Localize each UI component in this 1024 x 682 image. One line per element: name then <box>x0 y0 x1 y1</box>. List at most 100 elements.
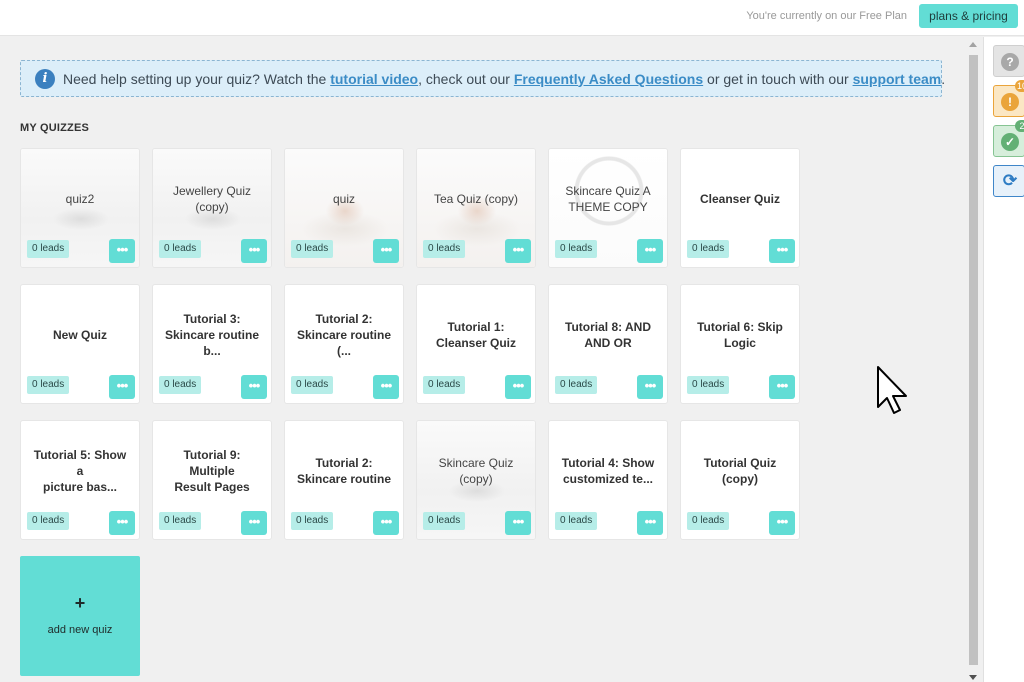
leads-count-badge: 0 leads <box>687 240 730 258</box>
tutorial-video-link[interactable]: tutorial video <box>330 71 418 87</box>
quiz-card[interactable]: Tutorial 2: Skincare routine (... 0 leads… <box>284 284 404 404</box>
quiz-title: Tea Quiz (copy) <box>433 192 519 206</box>
leads-count-badge: 0 leads <box>27 512 70 530</box>
support-team-link[interactable]: support team <box>853 71 942 87</box>
right-side-panel: ? ! 10 ✓ 2 ⟳ <box>983 37 1024 682</box>
leads-count-badge: 0 leads <box>159 376 202 394</box>
quiz-card[interactable]: Skincare Quiz (copy) 0 leads ••• <box>416 420 536 540</box>
quiz-card[interactable]: Skincare Quiz A THEME COPY 0 leads ••• <box>548 148 668 268</box>
leads-count-badge: 0 leads <box>687 376 730 394</box>
quiz-menu-button[interactable]: ••• <box>637 239 663 263</box>
quiz-title: Tutorial 8: AND AND OR <box>565 320 651 350</box>
faq-link[interactable]: Frequently Asked Questions <box>514 71 703 87</box>
quiz-title: Skincare Quiz (copy) <box>438 456 514 486</box>
exclamation-icon: ! <box>1001 93 1019 111</box>
quiz-menu-button[interactable]: ••• <box>505 239 531 263</box>
leads-count-badge: 0 leads <box>27 376 70 394</box>
mouse-cursor-icon <box>877 366 907 414</box>
quiz-title: Tutorial 2: Skincare routine <box>296 456 392 486</box>
check-icon: ✓ <box>1001 133 1019 151</box>
scroll-down-arrow[interactable] <box>969 675 977 680</box>
quiz-card[interactable]: Jewellery Quiz (copy) 0 leads ••• <box>152 148 272 268</box>
quiz-menu-button[interactable]: ••• <box>769 239 795 263</box>
help-button[interactable]: ? <box>993 45 1024 77</box>
quiz-title: Tutorial 6: Skip Logic <box>697 320 783 350</box>
quiz-menu-button[interactable]: ••• <box>241 375 267 399</box>
top-bar: You're currently on our Free Plan plans … <box>0 0 1024 36</box>
quiz-menu-button[interactable]: ••• <box>373 239 399 263</box>
my-quizzes-heading: MY QUIZZES <box>20 122 90 134</box>
vertical-scrollbar[interactable] <box>965 37 982 682</box>
leads-count-badge: 0 leads <box>555 376 598 394</box>
quiz-title: Jewellery Quiz (copy) <box>172 184 252 214</box>
quiz-menu-button[interactable]: ••• <box>109 239 135 263</box>
quiz-title: quiz2 <box>65 192 95 206</box>
quiz-menu-button[interactable]: ••• <box>637 511 663 535</box>
leads-count-badge: 0 leads <box>423 240 466 258</box>
plus-icon: + <box>74 593 86 613</box>
quiz-title: Tutorial 9: Multiple Result Pages <box>174 448 250 494</box>
quiz-menu-button[interactable]: ••• <box>769 511 795 535</box>
quiz-menu-button[interactable]: ••• <box>241 511 267 535</box>
scroll-up-arrow[interactable] <box>969 42 977 47</box>
quiz-title: Tutorial 1: Cleanser Quiz <box>435 320 517 350</box>
quiz-menu-button[interactable]: ••• <box>241 239 267 263</box>
quiz-card[interactable]: Tutorial 6: Skip Logic 0 leads ••• <box>680 284 800 404</box>
leads-count-badge: 0 leads <box>291 376 334 394</box>
leads-count-badge: 0 leads <box>159 512 202 530</box>
quiz-title: Cleanser Quiz <box>699 192 781 206</box>
plans-pricing-button[interactable]: plans & pricing <box>919 4 1018 28</box>
quiz-card[interactable]: Tutorial 9: Multiple Result Pages 0 leads… <box>152 420 272 540</box>
warnings-count-badge: 10 <box>1015 80 1024 92</box>
quiz-menu-button[interactable]: ••• <box>769 375 795 399</box>
question-icon: ? <box>1001 53 1019 71</box>
help-info-banner: i Need help setting up your quiz? Watch … <box>20 60 946 97</box>
quiz-menu-button[interactable]: ••• <box>505 511 531 535</box>
quiz-card[interactable]: Cleanser Quiz 0 leads ••• <box>680 148 800 268</box>
info-text-4: . <box>941 70 946 87</box>
quiz-menu-button[interactable]: ••• <box>505 375 531 399</box>
quiz-card[interactable]: Tutorial 5: Show a picture bas... 0 leads… <box>20 420 140 540</box>
quiz-card[interactable]: Tutorial Quiz (copy) 0 leads ••• <box>680 420 800 540</box>
leads-count-badge: 0 leads <box>291 512 334 530</box>
plan-status-text: You're currently on our Free Plan <box>746 10 907 22</box>
scroll-thumb[interactable] <box>969 55 978 665</box>
completed-count-badge: 2 <box>1015 120 1024 132</box>
info-icon: i <box>35 68 55 89</box>
quiz-card[interactable]: Tutorial 2: Skincare routine 0 leads ••• <box>284 420 404 540</box>
info-text-3: or get in touch with our <box>707 70 849 87</box>
quiz-card[interactable]: Tutorial 3: Skincare routine b... 0 leads… <box>152 284 272 404</box>
quiz-title: Tutorial Quiz (copy) <box>703 456 777 486</box>
quiz-card[interactable]: quiz 0 leads ••• <box>284 148 404 268</box>
quiz-menu-button[interactable]: ••• <box>109 511 135 535</box>
completed-button[interactable]: ✓ 2 <box>993 120 1024 157</box>
quiz-card[interactable]: Tea Quiz (copy) 0 leads ••• <box>416 148 536 268</box>
quiz-title: Tutorial 3: Skincare routine b... <box>164 312 260 358</box>
leads-count-badge: 0 leads <box>423 512 466 530</box>
leads-count-badge: 0 leads <box>423 376 466 394</box>
quiz-card[interactable]: Tutorial 1: Cleanser Quiz 0 leads ••• <box>416 284 536 404</box>
leads-count-badge: 0 leads <box>555 240 598 258</box>
warnings-button[interactable]: ! 10 <box>993 80 1024 117</box>
quiz-title: Tutorial 5: Show a picture bas... <box>33 448 127 494</box>
quiz-card[interactable]: Tutorial 8: AND AND OR 0 leads ••• <box>548 284 668 404</box>
leads-count-badge: 0 leads <box>687 512 730 530</box>
leads-count-badge: 0 leads <box>555 512 598 530</box>
quiz-card[interactable]: quiz2 0 leads ••• <box>20 148 140 268</box>
quiz-card[interactable]: New Quiz 0 leads ••• <box>20 284 140 404</box>
quiz-menu-button[interactable]: ••• <box>373 511 399 535</box>
quiz-menu-button[interactable]: ••• <box>373 375 399 399</box>
quiz-title: New Quiz <box>52 328 107 342</box>
quiz-card[interactable]: Tutorial 4: Show customized te... 0 leads… <box>548 420 668 540</box>
quiz-title: Tutorial 2: Skincare routine (... <box>296 312 392 358</box>
refresh-button[interactable]: ⟳ <box>993 165 1024 197</box>
quiz-title: quiz <box>332 192 355 206</box>
add-new-quiz-button[interactable]: + add new quiz <box>20 556 140 676</box>
quiz-title: Tutorial 4: Show customized te... <box>561 456 655 486</box>
leads-count-badge: 0 leads <box>27 240 70 258</box>
quiz-menu-button[interactable]: ••• <box>637 375 663 399</box>
leads-count-badge: 0 leads <box>291 240 334 258</box>
info-text-2: , check out our <box>418 70 510 87</box>
quiz-menu-button[interactable]: ••• <box>109 375 135 399</box>
refresh-icon: ⟳ <box>1002 171 1018 190</box>
